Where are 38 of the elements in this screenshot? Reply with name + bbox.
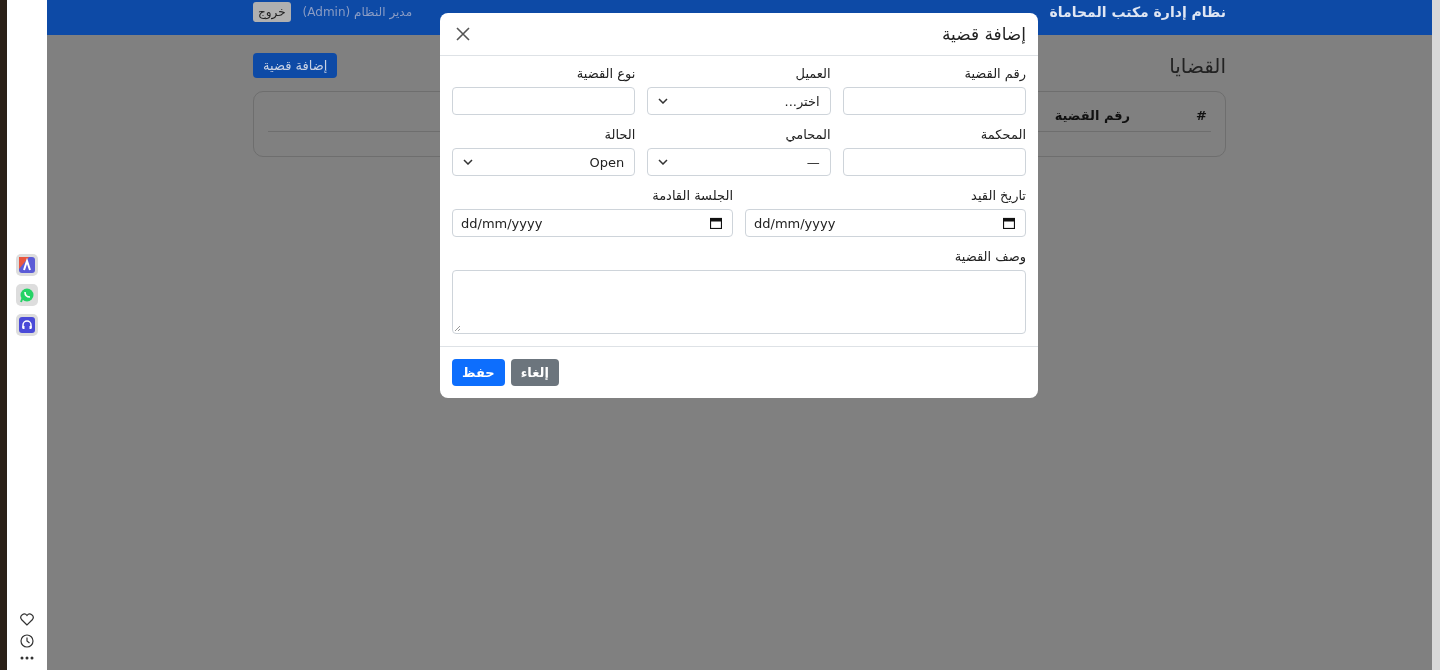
field-label: الجلسة القادمة: [651, 188, 733, 203]
chevron-icon: [463, 159, 473, 165]
select-field[interactable]: Open: [452, 148, 636, 176]
text-field[interactable]: [842, 148, 1026, 176]
select-field[interactable]: اختر...: [647, 87, 831, 115]
calendar-icon[interactable]: [710, 217, 722, 229]
date-field[interactable]: dd/mm/yyyy: [745, 209, 1026, 237]
field-label: تاريخ القيد: [970, 188, 1026, 203]
field-label: وصف القضية: [953, 249, 1026, 264]
field-label: الحالة: [603, 127, 636, 142]
select-field[interactable]: —: [647, 148, 831, 176]
user-name: مدير النظام (Admin): [302, 5, 413, 19]
add-case-button[interactable]: إضافة قضية: [253, 53, 338, 78]
clock-icon[interactable]: [20, 634, 34, 648]
field-label: رقم القضية: [963, 66, 1026, 81]
app-icon[interactable]: [16, 254, 38, 276]
page-title: القضايا: [1169, 53, 1226, 78]
date-field[interactable]: dd/mm/yyyy: [452, 209, 733, 237]
column-header: #: [1196, 108, 1207, 123]
logout-button[interactable]: خروج: [253, 2, 291, 22]
heart-icon[interactable]: [20, 613, 34, 626]
cancel-button[interactable]: إلغاء: [510, 359, 559, 386]
more-icon[interactable]: [20, 656, 34, 660]
calendar-icon[interactable]: [1003, 217, 1015, 229]
save-button[interactable]: حفظ: [452, 359, 505, 386]
resize-handle-icon[interactable]: [454, 325, 461, 332]
field-label: العميل: [794, 66, 831, 81]
field-label: المحكمة: [979, 127, 1026, 142]
column-header: رقم القضية: [1054, 108, 1131, 123]
headphones-icon[interactable]: [16, 314, 38, 336]
text-field[interactable]: [842, 87, 1026, 115]
text-field[interactable]: [452, 87, 636, 115]
field-label: المحامي: [784, 127, 831, 142]
chevron-icon: [658, 159, 669, 165]
app-brand[interactable]: نظام إدارة مكتب المحاماة: [1049, 4, 1226, 20]
modal-title: إضافة قضية: [941, 24, 1026, 44]
field-label: نوع القضية: [575, 66, 636, 81]
chevron-icon: [658, 98, 669, 104]
